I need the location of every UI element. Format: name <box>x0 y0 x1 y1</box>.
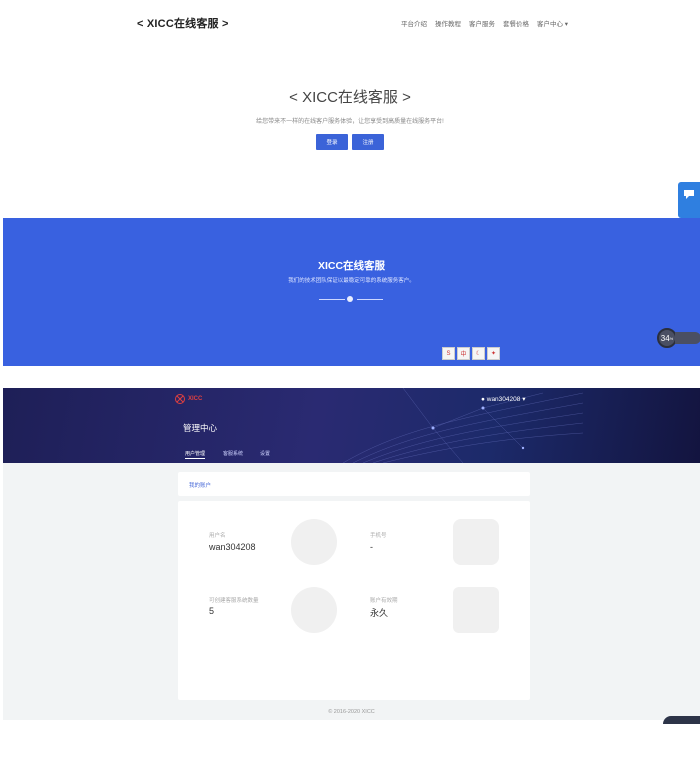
caret-down-icon: ▾ <box>563 21 569 28</box>
quota-value: 5 <box>209 606 215 616</box>
nav-platform-intro[interactable]: 平台介绍 <box>401 18 427 28</box>
feature-banner: XICC在线客服 我们的技术团队保证以最稳定可靠的系统服务客户。 34% S 中… <box>3 218 700 366</box>
tray-icons: S 中 ☾ ✦ <box>442 347 500 360</box>
divider-line <box>319 299 345 300</box>
validity-value: 永久 <box>370 608 389 618</box>
shirt-icon[interactable]: ✦ <box>487 347 500 360</box>
phone-label: 手机号 <box>370 533 387 539</box>
tray-icon-2[interactable]: 中 <box>457 347 470 360</box>
nav-customer-center[interactable]: 客户中心 ▾ <box>537 18 568 28</box>
spacer <box>0 366 700 388</box>
username-value: wan304208 <box>209 542 256 552</box>
tab-settings[interactable]: 设置 <box>260 450 270 457</box>
copyright: © 2016-2020 XICC <box>328 709 375 715</box>
xicc-logo-icon <box>175 394 185 404</box>
hero-title: < XICC在线客服 > <box>289 89 411 106</box>
section-title: 我的账户 <box>189 483 212 489</box>
quota-label: 可创建客服系统数量 <box>209 598 259 604</box>
nav-tutorial[interactable]: 操作教程 <box>435 18 461 28</box>
brand-logo[interactable]: < XICC在线客服 > <box>137 15 229 31</box>
speed-gauge: 34% <box>657 328 677 348</box>
phone-icon <box>453 519 499 565</box>
register-button[interactable]: 注册 <box>352 134 384 150</box>
banner-title: XICC在线客服 <box>317 260 386 272</box>
user-icon: ● <box>481 396 485 403</box>
chat-bubble-icon <box>684 190 694 199</box>
tab-user-management[interactable]: 用户管理 <box>185 450 206 459</box>
moon-icon[interactable]: ☾ <box>472 347 485 360</box>
tab-service-system[interactable]: 客服系统 <box>223 450 243 457</box>
validity-label: 账户有效期 <box>370 598 398 604</box>
landing-header: < XICC在线客服 > 平台介绍 操作教程 客户服务 套餐价格 客户中心 ▾ … <box>0 0 700 218</box>
network-decoration <box>343 388 583 463</box>
mini-program-icon <box>291 587 337 633</box>
dashboard-logo[interactable]: XICC <box>175 394 202 404</box>
account-info-card: 用户名 wan304208 手机号 - 可创建客服系统数量 5 账户有效期 永久 <box>178 501 530 700</box>
nav-customer-service[interactable]: 客户服务 <box>469 18 495 28</box>
page-title: 管理中心 <box>183 423 218 433</box>
network-speed-widget[interactable]: 34% <box>657 328 700 348</box>
banner-subtitle: 我们的技术团队保证以最稳定可靠的系统服务客户。 <box>288 278 415 284</box>
online-chat-float-button[interactable] <box>678 182 700 218</box>
phone-value: - <box>370 542 373 552</box>
section-header-card: 我的账户 <box>178 472 530 496</box>
username-label: 用户名 <box>209 533 226 539</box>
caret-down-icon: ▾ <box>522 396 526 403</box>
login-button[interactable]: 登录 <box>316 134 348 150</box>
hero-subtitle: 给您带来不一样的在线客户服务体验，让您享受到高质量在线服务平台! <box>256 119 444 125</box>
floating-widget[interactable] <box>663 716 700 724</box>
nav-pricing[interactable]: 套餐价格 <box>503 18 529 28</box>
dashboard: XICC ● wan304208 ▾ 管理中心 用户管理 客服系统 设置 我的账… <box>3 388 700 724</box>
speed-panel <box>675 332 700 344</box>
user-silhouette-icon <box>291 519 337 565</box>
tray-icon-1[interactable]: S <box>442 347 455 360</box>
divider-dot <box>347 296 353 302</box>
user-menu[interactable]: ● wan304208 ▾ <box>481 395 525 403</box>
dashboard-header: XICC ● wan304208 ▾ 管理中心 用户管理 客服系统 设置 <box>3 388 700 463</box>
divider-line <box>357 299 383 300</box>
calendar-icon <box>453 587 499 633</box>
